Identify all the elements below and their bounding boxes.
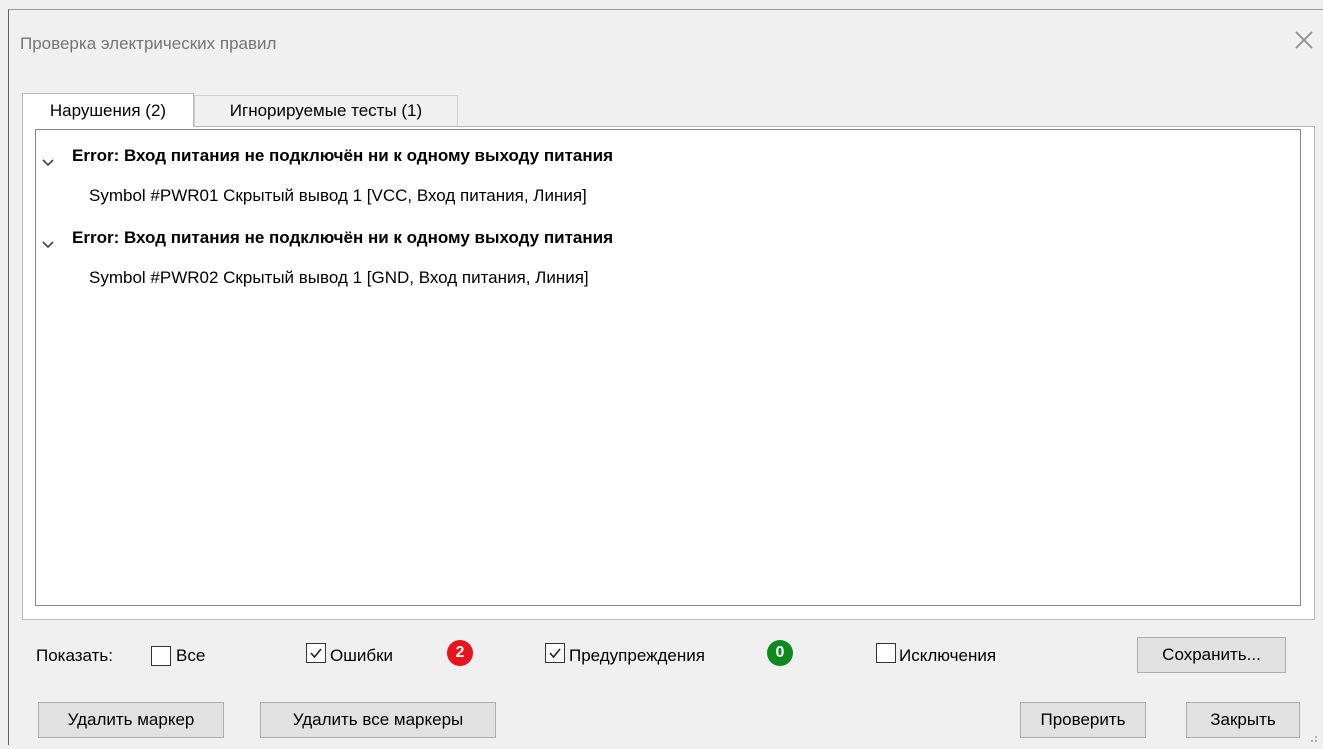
save-button[interactable]: Сохранить...	[1137, 637, 1286, 673]
filter-errors-checkbox[interactable]	[306, 643, 326, 663]
show-label: Показать:	[36, 646, 113, 665]
tab-ignored-tests-label: Игнорируемые тесты (1)	[229, 101, 423, 120]
filter-warnings-label: Предупреждения	[569, 646, 705, 665]
filter-all-checkbox[interactable]	[151, 646, 171, 666]
checkmark-icon	[310, 648, 322, 659]
resize-grip-icon[interactable]	[1305, 730, 1319, 744]
violation-header[interactable]: Error: Вход питания не подключён ни к од…	[72, 146, 613, 166]
violation-detail[interactable]: Symbol #PWR02 Скрытый вывод 1 [GND, Вход…	[89, 268, 589, 288]
warnings-count-badge: 0	[767, 640, 793, 666]
delete-all-markers-button[interactable]: Удалить все маркеры	[260, 702, 496, 738]
close-button[interactable]: Закрыть	[1186, 702, 1300, 738]
dialog-title: Проверка электрических правил	[20, 34, 277, 53]
chevron-down-icon[interactable]	[41, 155, 55, 167]
tab-ignored-tests[interactable]: Игнорируемые тесты (1)	[194, 95, 458, 126]
violations-tree[interactable]: Error: Вход питания не подключён ни к од…	[35, 129, 1301, 606]
checkmark-icon	[549, 648, 561, 659]
errors-count-badge: 2	[447, 640, 473, 666]
filter-errors-label: Ошибки	[330, 646, 394, 665]
tab-violations-label: Нарушения (2)	[49, 100, 167, 120]
filter-all-label: Все	[176, 646, 206, 665]
filter-warnings-checkbox[interactable]	[545, 643, 565, 663]
run-check-button[interactable]: Проверить	[1020, 702, 1146, 738]
tab-violations[interactable]: Нарушения (2)	[22, 93, 194, 127]
chevron-down-icon[interactable]	[41, 237, 55, 249]
violation-detail[interactable]: Symbol #PWR01 Скрытый вывод 1 [VCC, Вход…	[89, 186, 587, 206]
violation-header[interactable]: Error: Вход питания не подключён ни к од…	[72, 228, 613, 248]
filter-exclusions-checkbox[interactable]	[876, 643, 896, 663]
filter-exclusions-label: Исключения	[899, 646, 997, 665]
close-icon[interactable]	[1292, 28, 1316, 52]
delete-marker-button[interactable]: Удалить маркер	[38, 702, 224, 738]
